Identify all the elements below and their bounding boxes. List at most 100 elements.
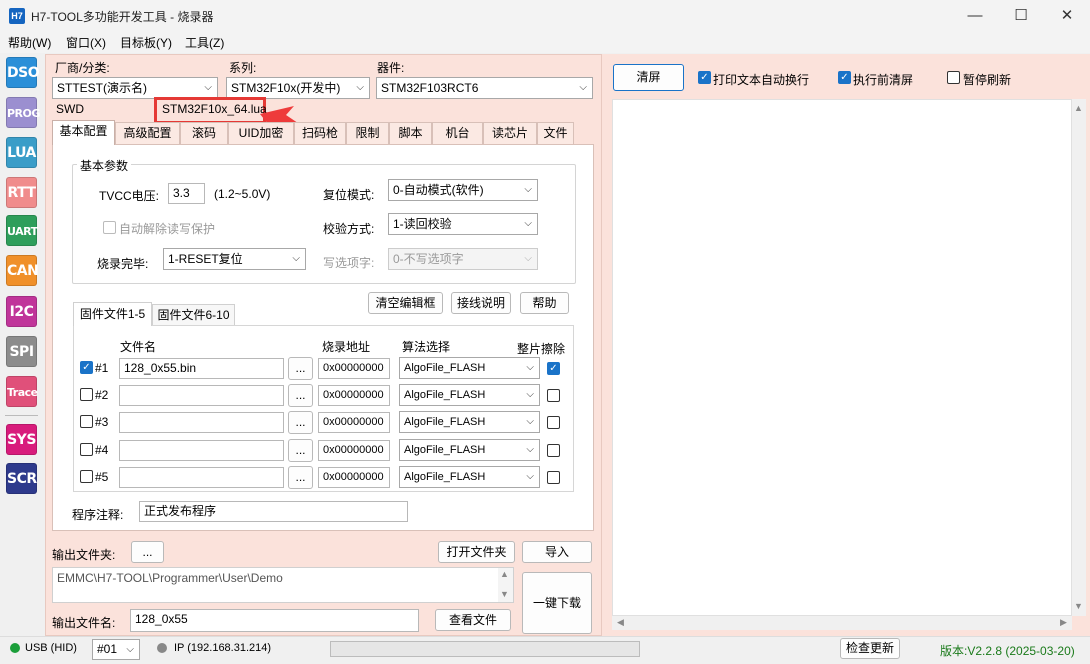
file-name-input[interactable]: 128_0x55.bin [119, 358, 284, 379]
sidebar-trace-button[interactable]: Trace [6, 376, 38, 407]
scroll-right-icon[interactable]: ▶ [1060, 617, 1067, 628]
file-browse-button[interactable]: ... [288, 466, 313, 489]
scroll-up-icon[interactable]: ▲ [500, 569, 509, 579]
algorithm-select[interactable]: AlgoFile_FLASH ⌵ [399, 439, 540, 461]
pause-refresh-checkbox[interactable] [947, 71, 960, 84]
import-button[interactable]: 导入 [522, 541, 592, 563]
file-browse-button[interactable]: ... [288, 384, 313, 407]
tab-uid-encrypt[interactable]: UID加密 [228, 122, 294, 144]
chip-erase-checkbox[interactable] [547, 444, 560, 457]
file-enable-checkbox[interactable]: ✓ [80, 361, 93, 374]
series-select[interactable]: STM32F10x(开发中) ⌵ [226, 77, 370, 99]
tab-advanced[interactable]: 高级配置 [115, 122, 180, 144]
tvcc-input[interactable]: 3.3 [168, 183, 205, 204]
tab-rolling-code[interactable]: 滚码 [180, 122, 228, 144]
sidebar-can-button[interactable]: CAN [6, 255, 39, 286]
address-input[interactable]: 0x00000000 [318, 440, 390, 461]
address-input[interactable]: 0x00000000 [318, 358, 390, 379]
sidebar-uart-button[interactable]: UART [6, 215, 38, 246]
tab-machine[interactable]: 机台 [432, 122, 483, 144]
log-horizontal-scrollbar[interactable] [612, 616, 1072, 630]
file-enable-checkbox[interactable] [80, 443, 93, 456]
verify-select[interactable]: 1-读回校验 ⌵ [388, 213, 538, 235]
menu-help[interactable]: 帮助(W) [8, 34, 51, 51]
sidebar-spi-button[interactable]: SPI [6, 336, 37, 367]
tab-firmware-1-5[interactable]: 固件文件1-5 [73, 302, 152, 326]
algorithm-select[interactable]: AlgoFile_FLASH ⌵ [399, 357, 540, 379]
help-button[interactable]: 帮助 [520, 292, 569, 314]
tab-firmware-6-10[interactable]: 固件文件6-10 [152, 304, 235, 325]
option-bytes-select[interactable]: 0-不写选项字 ⌵ [388, 248, 538, 270]
log-output[interactable] [612, 99, 1072, 616]
algorithm-select[interactable]: AlgoFile_FLASH ⌵ [399, 411, 540, 433]
sidebar-dso-button[interactable]: DSO [6, 57, 40, 88]
file-enable-checkbox[interactable] [80, 415, 93, 428]
menu-tools[interactable]: 工具(Z) [185, 34, 224, 51]
tab-scanner[interactable]: 扫码枪 [294, 122, 346, 144]
col-chip-erase: 整片擦除 [517, 342, 566, 356]
close-button[interactable]: ✕ [1044, 0, 1090, 31]
file-name-input[interactable] [119, 467, 284, 488]
one-key-download-button[interactable]: 一键下载 [522, 572, 592, 634]
chip-erase-checkbox[interactable]: ✓ [547, 362, 560, 375]
file-browse-button[interactable]: ... [288, 439, 313, 462]
lua-file-label[interactable]: STM32F10x_64.lua [162, 102, 267, 116]
minimize-button[interactable]: — [952, 0, 998, 31]
output-folder-browse-button[interactable]: ... [131, 541, 164, 563]
option-bytes-label: 写选项字: [323, 256, 375, 270]
sidebar-sys-button[interactable]: SYS [6, 424, 37, 455]
file-browse-button[interactable]: ... [288, 357, 313, 380]
log-vertical-scrollbar[interactable] [1072, 99, 1086, 616]
device-number-select[interactable]: #01 ⌵ [92, 639, 140, 660]
vendor-select[interactable]: STTEST(演示名) ⌵ [52, 77, 218, 99]
sidebar-lua-button[interactable]: LUA [6, 137, 37, 168]
tab-basic[interactable]: 基本配置 [52, 120, 115, 145]
after-program-select[interactable]: 1-RESET复位 ⌵ [163, 248, 306, 270]
auto-wrap-checkbox[interactable]: ✓ [698, 71, 711, 84]
scroll-left-icon[interactable]: ◀ [617, 617, 624, 628]
chip-erase-checkbox[interactable] [547, 471, 560, 484]
maximize-button[interactable]: ☐ [998, 0, 1044, 31]
scroll-down-icon[interactable]: ▼ [500, 589, 509, 599]
ip-status: IP (192.168.31.214) [174, 642, 272, 654]
file-enable-checkbox[interactable] [80, 388, 93, 401]
address-input[interactable]: 0x00000000 [318, 385, 390, 406]
chip-erase-checkbox[interactable] [547, 416, 560, 429]
file-browse-button[interactable]: ... [288, 411, 313, 434]
menu-target-board[interactable]: 目标板(Y) [120, 34, 172, 51]
file-enable-checkbox[interactable] [80, 470, 93, 483]
algorithm-select[interactable]: AlgoFile_FLASH ⌵ [399, 384, 540, 406]
chip-erase-checkbox[interactable] [547, 389, 560, 402]
file-name-input[interactable] [119, 412, 284, 433]
view-file-button[interactable]: 查看文件 [435, 609, 511, 631]
sidebar-scr-button[interactable]: SCR [6, 463, 37, 494]
open-folder-button[interactable]: 打开文件夹 [438, 541, 515, 563]
after-program-value: 1-RESET复位 [168, 252, 243, 266]
clear-editor-button[interactable]: 清空编辑框 [368, 292, 443, 314]
tab-file[interactable]: 文件 [537, 122, 574, 144]
tab-script[interactable]: 脚本 [389, 122, 432, 144]
auto-unlock-checkbox[interactable] [103, 221, 116, 234]
file-name-input[interactable] [119, 440, 284, 461]
menu-window[interactable]: 窗口(X) [66, 34, 106, 51]
scroll-up-icon[interactable]: ▲ [1074, 103, 1083, 113]
sidebar-rtt-button[interactable]: RTT [6, 177, 37, 208]
wiring-guide-button[interactable]: 接线说明 [451, 292, 511, 314]
clear-screen-button[interactable]: 清屏 [613, 64, 684, 91]
reset-mode-select[interactable]: 0-自动模式(软件) ⌵ [388, 179, 538, 201]
scroll-down-icon[interactable]: ▼ [1074, 601, 1083, 611]
output-filename-input[interactable]: 128_0x55 [130, 609, 419, 632]
series-select-value: STM32F10x(开发中) [231, 81, 341, 95]
check-update-button[interactable]: 检查更新 [840, 638, 900, 659]
file-name-input[interactable] [119, 385, 284, 406]
address-input[interactable]: 0x00000000 [318, 412, 390, 433]
tab-limits[interactable]: 限制 [346, 122, 389, 144]
clear-before-run-checkbox[interactable]: ✓ [838, 71, 851, 84]
sidebar-prog-button[interactable]: PROG [6, 97, 40, 128]
device-select[interactable]: STM32F103RCT6 ⌵ [376, 77, 593, 99]
tab-read-chip[interactable]: 读芯片 [483, 122, 537, 144]
address-input[interactable]: 0x00000000 [318, 467, 390, 488]
algorithm-select[interactable]: AlgoFile_FLASH ⌵ [399, 466, 540, 488]
sidebar-i2c-button[interactable]: I2C [6, 296, 37, 327]
comment-input[interactable]: 正式发布程序 [139, 501, 408, 522]
